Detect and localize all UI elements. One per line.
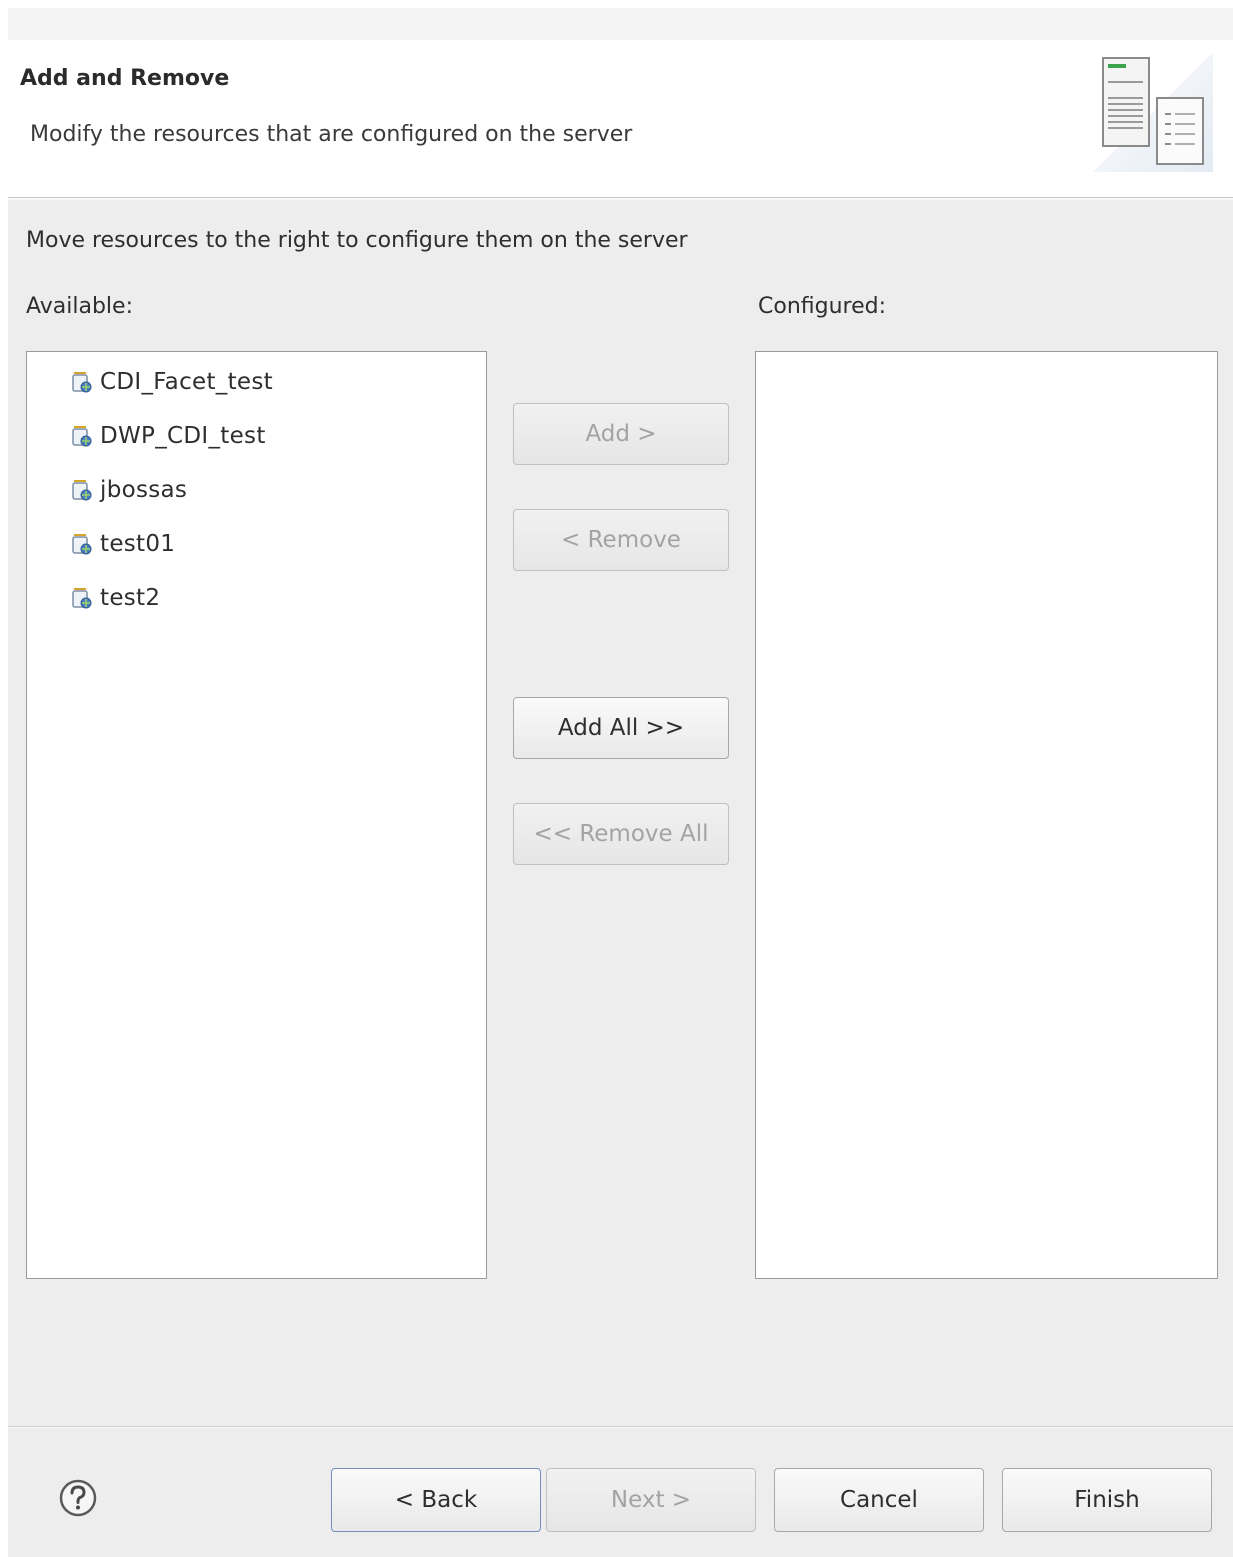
page-description: Modify the resources that are configured… [30,122,633,147]
available-label: Available: [26,294,133,319]
list-item-label: jbossas [100,477,188,503]
remove-button[interactable]: < Remove [513,509,729,571]
list-item-label: test2 [100,585,161,611]
back-button[interactable]: < Back [331,1468,541,1532]
list-item[interactable]: DWP_CDI_test [71,416,266,456]
available-list[interactable]: CDI_Facet_test DWP_CDI_test jbossas test… [26,351,487,1279]
banner-separator [8,198,1233,200]
cancel-button[interactable]: Cancel [774,1468,984,1532]
next-button[interactable]: Next > [546,1468,756,1532]
web-project-icon [72,588,92,609]
list-item-label: CDI_Facet_test [100,369,273,395]
list-item[interactable]: jbossas [71,470,187,510]
web-project-icon [72,480,92,501]
web-project-icon [72,372,92,393]
help-icon[interactable] [58,1478,98,1518]
add-button[interactable]: Add > [513,403,729,465]
configured-list[interactable] [755,351,1218,1279]
instruction-text: Move resources to the right to configure… [26,228,688,253]
add-remove-dialog: Add and Remove Modify the resources that… [8,8,1233,1557]
list-item-label: DWP_CDI_test [100,423,266,449]
configured-label: Configured: [758,294,887,319]
list-item-label: test01 [100,531,176,557]
list-item[interactable]: test01 [71,524,175,564]
page-title: Add and Remove [20,66,230,91]
add-all-button[interactable]: Add All >> [513,697,729,759]
dialog-top-strip [8,8,1233,40]
server-icon [1093,52,1213,172]
web-project-icon [72,534,92,555]
remove-all-button[interactable]: << Remove All [513,803,729,865]
web-project-icon [72,426,92,447]
finish-button[interactable]: Finish [1002,1468,1212,1532]
wizard-banner: Add and Remove Modify the resources that… [8,40,1233,198]
list-item[interactable]: CDI_Facet_test [71,362,273,402]
footer-separator [8,1426,1233,1428]
list-item[interactable]: test2 [71,578,160,618]
